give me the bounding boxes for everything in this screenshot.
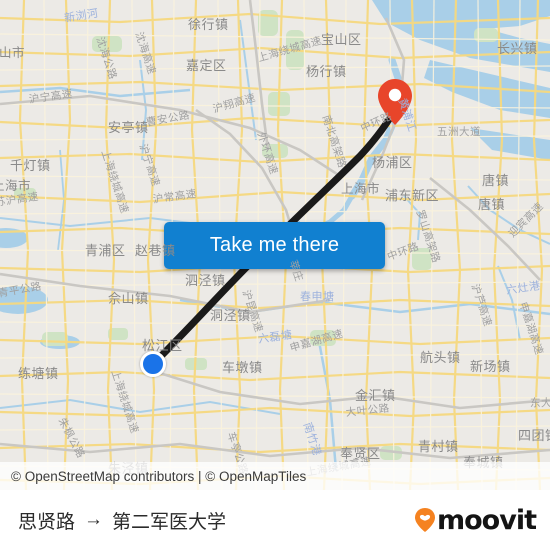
trip-summary: 思贤路 → 第二军医大学 xyxy=(18,507,226,534)
trip-origin-label: 思贤路 xyxy=(18,511,76,533)
destination-pin-icon[interactable] xyxy=(377,78,413,126)
map-canvas[interactable]: Take me there 新浏河昆山市徐行镇宝山区长兴镇嘉定区上海绕城高速杨行… xyxy=(0,0,550,490)
take-me-there-button[interactable]: Take me there xyxy=(164,222,385,269)
origin-marker-dot[interactable] xyxy=(140,351,166,377)
trip-destination-label: 第二军医大学 xyxy=(112,511,227,533)
moovit-trip-map-screen: Take me there 新浏河昆山市徐行镇宝山区长兴镇嘉定区上海绕城高速杨行… xyxy=(0,0,550,550)
attribution-text[interactable]: © OpenStreetMap contributors | © OpenMap… xyxy=(11,469,306,484)
trip-footer: 思贤路 → 第二军医大学 moovit xyxy=(0,490,550,550)
moovit-pin-icon xyxy=(415,508,435,532)
moovit-wordmark: moovit xyxy=(437,504,537,536)
arrow-right-icon: → xyxy=(84,509,104,530)
moovit-logo[interactable]: moovit xyxy=(414,504,537,536)
map-attribution-bar: © OpenStreetMap contributors | © OpenMap… xyxy=(0,462,550,490)
